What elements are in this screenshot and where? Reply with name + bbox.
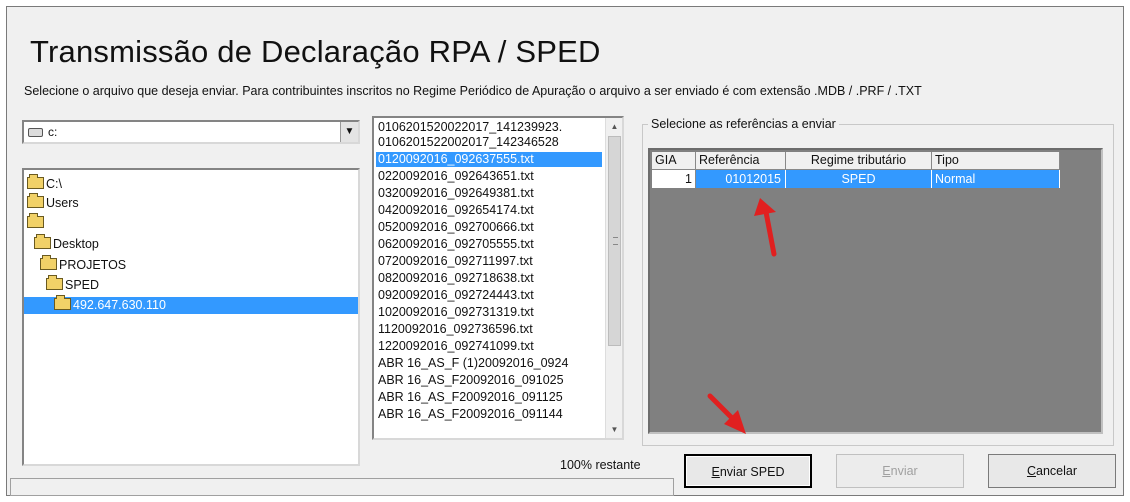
list-item-selected[interactable]: 0120092016_092637555.txt — [376, 152, 602, 167]
tree-item-selected-folder[interactable]: 492.647.630.110 — [24, 295, 358, 314]
list-item[interactable]: ABR 16_AS_F20092016_091125 — [376, 390, 602, 405]
tree-item-label: C:\ — [46, 177, 62, 191]
list-item[interactable]: 0920092016_092724443.txt — [376, 288, 602, 303]
enviar-accel: E — [882, 464, 891, 478]
folder-open-icon — [34, 234, 51, 249]
references-grid[interactable]: GIA Referência Regime tributário Tipo 1 … — [648, 148, 1103, 434]
cell-referencia[interactable]: 01012015 — [696, 170, 786, 188]
list-item[interactable]: 0220092016_092643651.txt — [376, 169, 602, 184]
tree-item-label: Users — [46, 196, 79, 210]
tree-item-label: Desktop — [53, 237, 99, 251]
folder-open-icon — [27, 193, 44, 208]
tree-item-label: 492.647.630.110 — [73, 298, 166, 312]
tree-item-label: SPED — [65, 278, 100, 292]
drive-icon — [28, 128, 43, 137]
list-item[interactable]: 1220092016_092741099.txt — [376, 339, 602, 354]
progress-bar — [10, 478, 674, 496]
tree-item-label: PROJETOS — [59, 258, 127, 272]
list-item[interactable]: 0106201522002017_142346528 — [376, 135, 602, 150]
folder-open-icon — [40, 255, 57, 270]
grid-header: GIA Referência Regime tributário Tipo — [652, 152, 1060, 170]
folder-open-icon — [27, 174, 44, 189]
scroll-down-icon[interactable]: ▼ — [606, 421, 622, 438]
file-list[interactable]: 0106201520022017_141239923. 010620152200… — [372, 116, 624, 440]
list-item[interactable]: 0420092016_092654174.txt — [376, 203, 602, 218]
drive-select[interactable]: c: ▼ — [22, 120, 360, 144]
list-item[interactable]: 0106201520022017_141239923. — [376, 120, 602, 135]
scroll-up-icon[interactable]: ▲ — [606, 118, 622, 135]
column-header-referencia[interactable]: Referência — [696, 152, 786, 170]
tree-item-unnamed[interactable] — [27, 213, 46, 232]
list-item[interactable]: 0320092016_092649381.txt — [376, 186, 602, 201]
tree-item-sped[interactable]: SPED — [46, 275, 100, 294]
references-legend: Selecione as referências a enviar — [648, 117, 839, 131]
list-item[interactable]: ABR 16_AS_F20092016_091144 — [376, 407, 602, 422]
enviar-button[interactable]: Enviar — [836, 454, 964, 488]
enviar-sped-button[interactable]: Enviar SPED — [684, 454, 812, 488]
folder-open-icon — [54, 295, 71, 310]
file-list-scrollbar[interactable]: ▲ ▼ — [605, 118, 622, 438]
progress-status-text: 100% restante — [560, 458, 641, 472]
list-item[interactable]: 0720092016_092711997.txt — [376, 254, 602, 269]
tree-item-c-root[interactable]: C:\ — [27, 174, 62, 193]
folder-open-icon — [46, 275, 63, 290]
table-row[interactable]: 1 01012015 SPED Normal — [652, 170, 1060, 188]
enviar-label: nviar — [890, 464, 918, 478]
list-item[interactable]: ABR 16_AS_F (1)20092016_0924 — [376, 356, 602, 371]
tree-item-desktop[interactable]: Desktop — [34, 234, 99, 253]
list-item[interactable]: ABR 16_AS_F20092016_091025 — [376, 373, 602, 388]
cell-gia[interactable]: 1 — [652, 170, 696, 188]
tree-item-projetos[interactable]: PROJETOS — [40, 255, 127, 274]
list-item[interactable]: 1120092016_092736596.txt — [376, 322, 602, 337]
chevron-down-icon[interactable]: ▼ — [340, 122, 358, 142]
instructions-text: Selecione o arquivo que deseja enviar. P… — [24, 84, 922, 98]
enviar-sped-accel: E — [711, 465, 720, 479]
cancelar-label: ancelar — [1036, 464, 1078, 478]
tree-item-users[interactable]: Users — [27, 193, 79, 212]
list-item[interactable]: 0820092016_092718638.txt — [376, 271, 602, 286]
column-header-gia[interactable]: GIA — [652, 152, 696, 170]
list-item[interactable]: 1020092016_092731319.txt — [376, 305, 602, 320]
scrollbar-thumb[interactable] — [608, 136, 621, 346]
cancelar-button[interactable]: Cancelar — [988, 454, 1116, 488]
folder-open-icon — [27, 213, 44, 228]
enviar-sped-label: nviar SPED — [719, 465, 785, 479]
column-header-regime[interactable]: Regime tributário — [786, 152, 932, 170]
cell-regime[interactable]: SPED — [786, 170, 932, 188]
cancelar-accel: C — [1026, 464, 1037, 478]
folder-tree[interactable]: C:\ Users Desktop PROJETOS SPED 492.647.… — [22, 168, 360, 466]
column-header-tipo[interactable]: Tipo — [932, 152, 1060, 170]
page-title: Transmissão de Declaração RPA / SPED — [30, 34, 601, 69]
cell-tipo[interactable]: Normal — [932, 170, 1060, 188]
drive-value: c: — [48, 125, 58, 139]
list-item[interactable]: 0520092016_092700666.txt — [376, 220, 602, 235]
list-item[interactable]: 0620092016_092705555.txt — [376, 237, 602, 252]
